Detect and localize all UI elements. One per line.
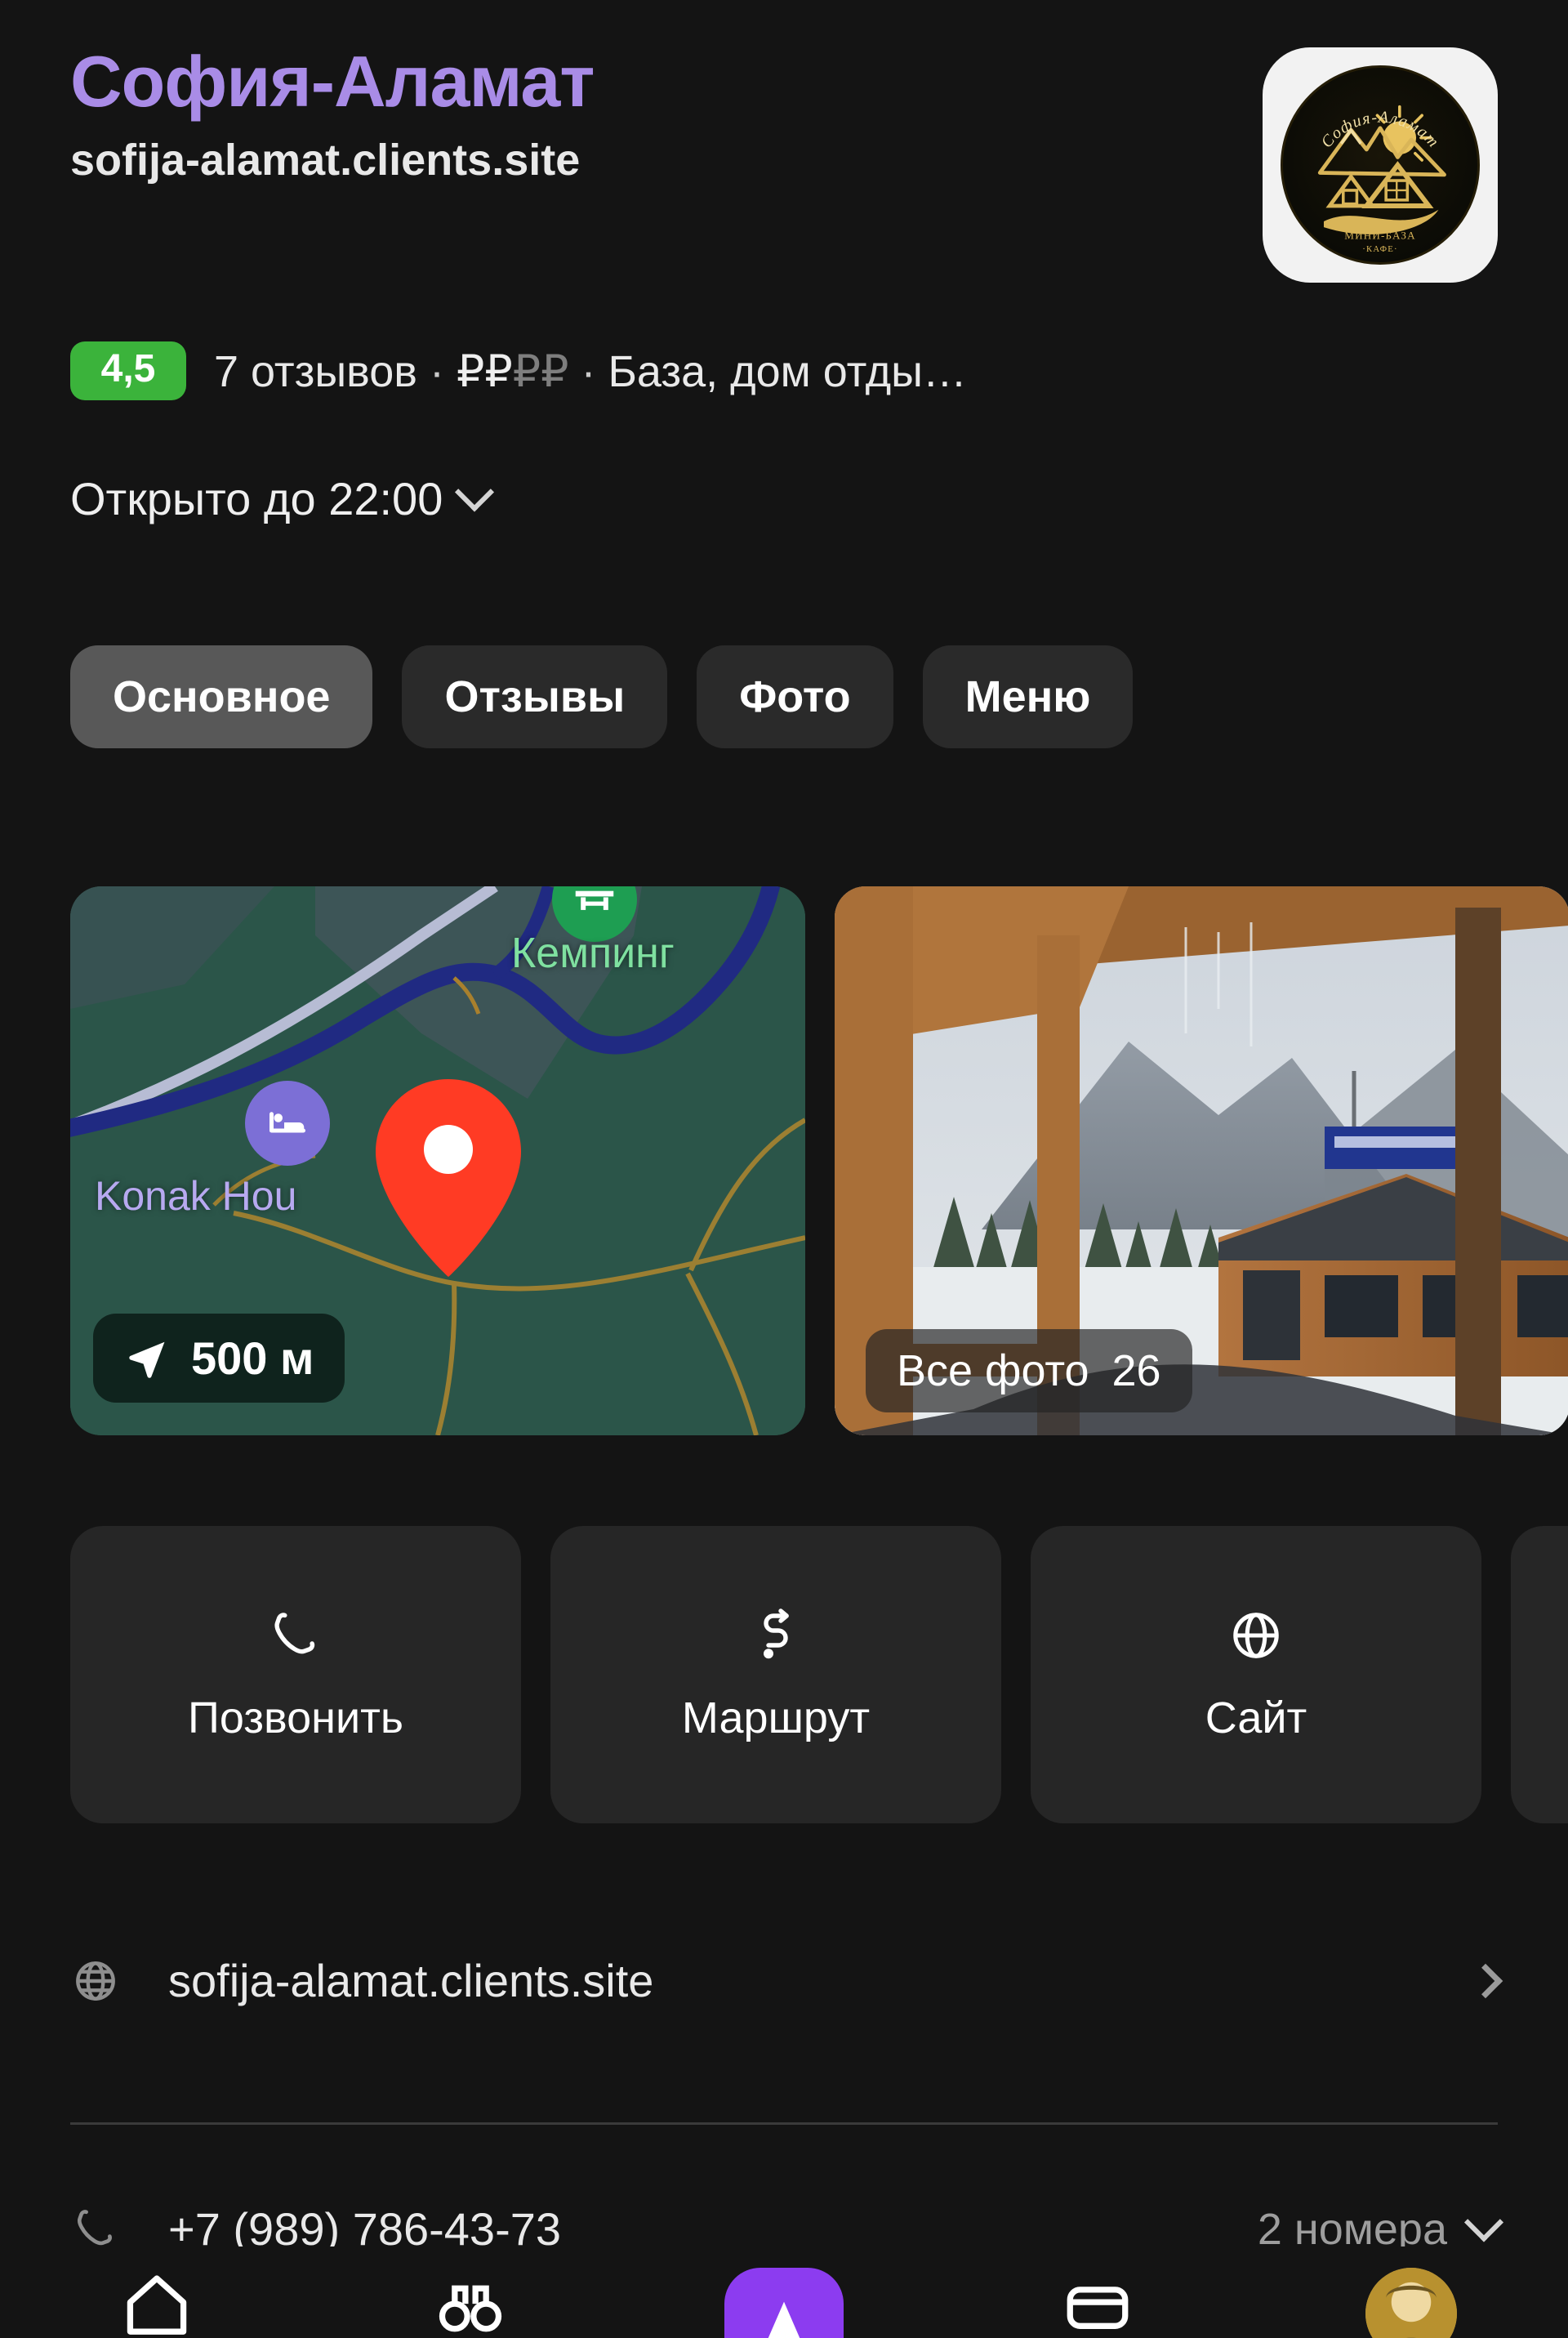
navigator-fab[interactable]	[724, 2268, 844, 2338]
chevron-right-icon[interactable]	[1468, 1963, 1503, 1998]
nav-home[interactable]	[75, 2268, 238, 2338]
globe-icon	[1233, 1613, 1279, 1658]
profile-avatar[interactable]	[1365, 2268, 1457, 2338]
page-title: София-Аламат	[70, 41, 595, 122]
website-value[interactable]: sofija-alamat.clients.site	[168, 1954, 1473, 2007]
media-strip[interactable]: Кемпинг Konak Hou 500 м Все фото 26	[70, 886, 1568, 1435]
nav-profile[interactable]	[1330, 2268, 1493, 2338]
org-logo[interactable]: София-Аламат МИНИ-БАЗА ·КАФЕ·	[1263, 47, 1498, 283]
list-divider	[70, 2122, 1498, 2125]
bottom-navigation-bar[interactable]	[0, 2247, 1568, 2338]
photo-card-all[interactable]: Все фото 26	[835, 886, 1568, 1435]
website-info-row[interactable]: sofija-alamat.clients.site	[70, 1954, 1503, 2007]
opening-hours-label: Открыто до 22:00	[70, 473, 443, 524]
nav-discover[interactable]	[389, 2268, 552, 2338]
navigation-arrow-icon	[129, 1341, 165, 1378]
more-actions-button[interactable]	[1511, 1526, 1568, 1823]
distance-chip[interactable]: 500 м	[93, 1314, 345, 1403]
logo-artwork-icon: София-Аламат МИНИ-БАЗА ·КАФЕ·	[1317, 105, 1446, 254]
picnic-table-icon	[575, 890, 614, 910]
title-block: София-Аламат sofija-alamat.clients.site	[70, 42, 1243, 185]
opening-hours-row[interactable]: Открыто до 22:00	[70, 471, 495, 525]
map-card[interactable]: Кемпинг Konak Hou 500 м	[70, 886, 805, 1435]
all-photos-button[interactable]: Все фото 26	[866, 1329, 1192, 1412]
rating-meta: 7 отзывов · ₽₽₽₽ · База, дом отды…	[214, 346, 967, 397]
avatar-image	[1365, 2268, 1457, 2338]
phone-icon	[274, 1613, 315, 1654]
price-level-empty: ₽₽	[512, 346, 569, 396]
bed-icon	[270, 1112, 305, 1133]
lodging-poi[interactable]	[245, 1081, 330, 1166]
all-photos-label: Все фото	[897, 1346, 1089, 1395]
nav-wallet[interactable]	[1016, 2268, 1179, 2338]
chevron-down-icon[interactable]	[455, 471, 495, 512]
separator-2: ·	[581, 346, 596, 396]
tab-osnovnoe[interactable]: Основное	[70, 645, 373, 748]
tab-menyu[interactable]: Меню	[922, 645, 1134, 748]
tab-foto[interactable]: Фото	[697, 645, 893, 748]
tab-otzyvy[interactable]: Отзывы	[402, 645, 668, 748]
nav-navigator[interactable]	[702, 2268, 866, 2338]
website-row-tail[interactable]	[1468, 1963, 1503, 1998]
rating-badge[interactable]: 4,5	[70, 341, 186, 400]
binoculars-icon	[439, 2285, 502, 2332]
org-domain[interactable]: sofija-alamat.clients.site	[70, 135, 1243, 185]
route-button[interactable]: Маршрут	[550, 1526, 1001, 1823]
website-button[interactable]: Сайт	[1031, 1526, 1481, 1823]
tab-bar[interactable]: Основное Отзывы Фото Меню	[70, 645, 1568, 748]
chevron-down-icon[interactable]	[1463, 2202, 1504, 2242]
all-photos-count: 26	[1111, 1346, 1161, 1395]
call-label: Позвонить	[188, 1693, 403, 1742]
logo-disc: София-Аламат МИНИ-БАЗА ·КАФЕ·	[1281, 65, 1480, 265]
website-label: Сайт	[1205, 1693, 1307, 1742]
header: София-Аламат sofija-alamat.clients.site	[0, 0, 1568, 283]
camping-label: Кемпинг	[511, 930, 675, 977]
globe-icon	[70, 1956, 168, 2006]
route-label: Маршрут	[681, 1693, 871, 1742]
svg-text:·КАФЕ·: ·КАФЕ·	[1362, 244, 1397, 254]
location-pin-icon	[376, 1079, 521, 1277]
svg-text:МИНИ-БАЗА: МИНИ-БАЗА	[1344, 229, 1415, 241]
action-button-row[interactable]: Позвонить Маршрут Сайт	[70, 1526, 1568, 1823]
konak-label: Konak Hou	[95, 1173, 297, 1219]
route-icon	[764, 1608, 789, 1659]
category-label: База, дом отды…	[608, 346, 967, 396]
distance-label: 500 м	[191, 1332, 314, 1384]
organization-card-screen: София-Аламат sofija-alamat.clients.site	[0, 0, 1568, 2338]
call-button[interactable]: Позвонить	[70, 1526, 521, 1823]
wallet-icon	[1067, 2287, 1129, 2329]
navigation-arrow-icon	[768, 2301, 800, 2338]
home-icon	[127, 2275, 187, 2335]
rating-row[interactable]: 4,5 7 отзывов · ₽₽₽₽ · База, дом отды…	[70, 341, 1540, 400]
separator-1: ·	[430, 346, 444, 396]
price-level-filled: ₽₽	[457, 346, 513, 396]
reviews-count[interactable]: 7 отзывов	[214, 347, 417, 396]
